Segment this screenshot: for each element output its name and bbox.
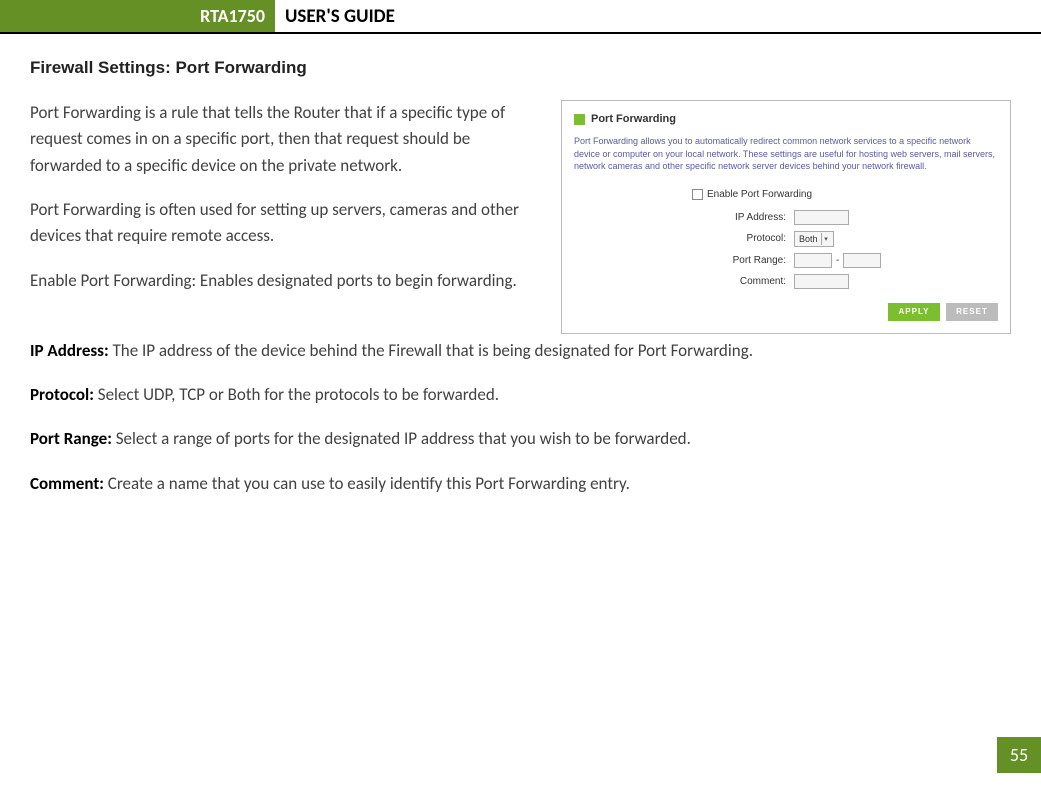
ip-label: IP Address:	[574, 212, 794, 223]
definition-portrange: Port Range: Select a range of ports for …	[30, 426, 1011, 452]
definition-comment: Comment: Create a name that you can use …	[30, 471, 1011, 497]
chevron-down-icon: ▾	[821, 233, 831, 245]
port-forwarding-panel: Port Forwarding Port Forwarding allows y…	[561, 100, 1011, 334]
enable-checkbox[interactable]	[692, 189, 703, 200]
protocol-label: Protocol:	[574, 233, 794, 244]
apply-button[interactable]: APPLY	[888, 303, 940, 321]
portrange-label: Port Range:	[574, 255, 794, 266]
header-title: USER'S GUIDE	[275, 0, 395, 32]
paragraph-1: Port Forwarding is a rule that tells the…	[30, 100, 543, 179]
protocol-select[interactable]: Both ▾	[794, 231, 834, 247]
definition-protocol: Protocol: Select UDP, TCP or Both for th…	[30, 382, 1011, 408]
comment-input[interactable]	[794, 274, 849, 289]
reset-button[interactable]: RESET	[946, 303, 998, 321]
port-start-input[interactable]	[794, 253, 832, 268]
page-number: 55	[997, 737, 1041, 773]
comment-label: Comment:	[574, 276, 794, 287]
port-dash: -	[836, 255, 839, 266]
panel-title: Port Forwarding	[591, 113, 676, 125]
header-bar: RTA1750 USER'S GUIDE	[0, 0, 1041, 34]
intro-column: Port Forwarding is a rule that tells the…	[30, 100, 543, 312]
ip-input[interactable]	[794, 210, 849, 225]
protocol-value: Both	[799, 234, 818, 244]
section-heading: Firewall Settings: Port Forwarding	[30, 58, 1011, 78]
header-model: RTA1750	[0, 0, 275, 32]
paragraph-2: Port Forwarding is often used for settin…	[30, 197, 543, 250]
enable-label: Enable Port Forwarding	[707, 189, 812, 200]
definition-ip: IP Address: The IP address of the device…	[30, 338, 1011, 364]
paragraph-3: Enable Port Forwarding: Enables designat…	[30, 268, 543, 294]
panel-marker-icon	[574, 114, 585, 125]
port-end-input[interactable]	[843, 253, 881, 268]
footer: 55	[997, 737, 1041, 773]
panel-description: Port Forwarding allows you to automatica…	[574, 135, 998, 173]
